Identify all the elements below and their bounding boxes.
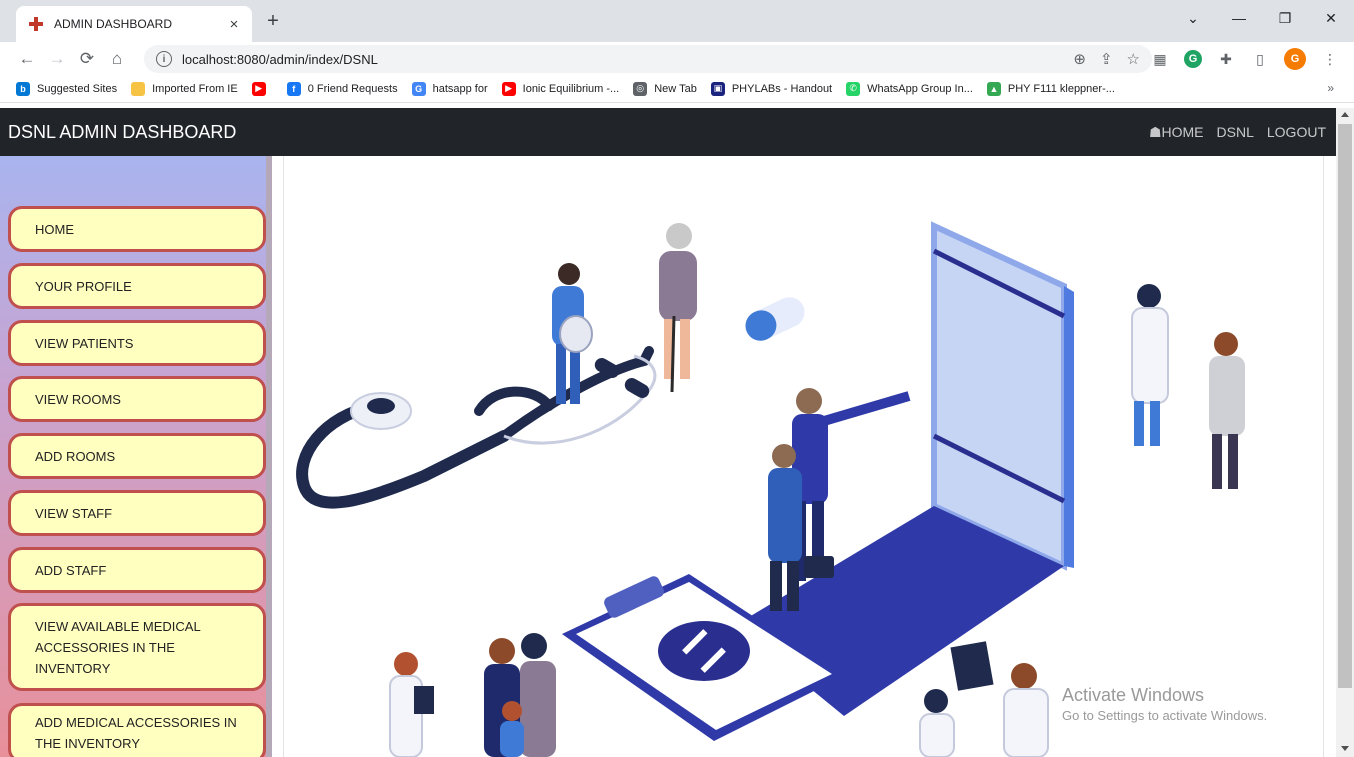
browser-tab-strip: ADMIN DASHBOARD × + ⌄ — ❐ ✕: [0, 0, 1354, 42]
sidebar-item-your-profile[interactable]: YOUR PROFILE: [8, 263, 266, 309]
close-window-button[interactable]: ✕: [1308, 4, 1354, 32]
bookmark-label: hatsapp for: [432, 82, 488, 95]
grammarly-icon[interactable]: G: [1184, 50, 1202, 68]
bookmark-star-icon[interactable]: ☆: [1127, 50, 1140, 68]
globe-icon: ◎: [633, 81, 648, 96]
facebook-icon: f: [286, 81, 301, 96]
sidebar-item-label: VIEW PATIENTS: [35, 335, 134, 351]
bookmark-label: PHYLABs - Handout: [731, 82, 833, 95]
bing-icon: b: [16, 81, 30, 96]
restore-button[interactable]: ❐: [1262, 4, 1308, 32]
bookmark-label: New Tab: [654, 82, 697, 95]
sidebar-item-add-staff[interactable]: ADD STAFF: [8, 547, 266, 593]
sidebar-item-home[interactable]: HOME: [8, 206, 266, 252]
whatsapp-icon: ✆: [846, 81, 861, 96]
bookmark-item[interactable]: b Suggested Sites: [16, 81, 118, 96]
zoom-icon[interactable]: ⊕: [1073, 50, 1086, 68]
sidebar-item-label: YOUR PROFILE: [35, 278, 132, 294]
tab-search-icon[interactable]: ⌄: [1170, 4, 1216, 32]
bookmark-item[interactable]: Imported From IE: [131, 81, 238, 96]
navbar-brand[interactable]: DSNL ADMIN DASHBOARD: [8, 122, 236, 143]
google-icon: G: [411, 81, 426, 96]
watermark-subtitle: Go to Settings to activate Windows.: [1062, 708, 1268, 723]
browser-menu-icon[interactable]: ⋮: [1320, 49, 1340, 69]
stethoscope-illustration: [296, 346, 657, 509]
home-icon[interactable]: ⌂: [104, 46, 130, 72]
back-arrow-icon[interactable]: ←: [14, 46, 40, 72]
sidebar-item-add-medical-accessories-in-the-inventory[interactable]: ADD MEDICAL ACCESSORIES IN THE INVENTORY: [8, 703, 266, 757]
doctor-consultation-figures: [1131, 284, 1245, 489]
elderly-patient-figure: [659, 223, 697, 393]
house-icon: ☗: [1148, 123, 1162, 140]
new-tab-button[interactable]: +: [262, 10, 284, 33]
forward-arrow-icon[interactable]: →: [44, 46, 70, 72]
sidebar-item-label: ADD ROOMS: [35, 448, 116, 464]
browser-toolbar: ← → ⟳ ⌂ i localhost:8080/admin/index/DSN…: [0, 42, 1354, 75]
sidebar-item-label: VIEW AVAILABLE MEDICAL ACCESSORIES IN TH…: [35, 618, 201, 676]
reload-icon[interactable]: ⟳: [74, 46, 100, 72]
address-bar[interactable]: i localhost:8080/admin/index/DSNL ⊕ ⇪ ☆: [144, 45, 1152, 73]
profile-avatar[interactable]: G: [1284, 48, 1306, 70]
side-panel-icon[interactable]: ▯: [1250, 49, 1270, 69]
youtube-icon: ▶: [501, 81, 516, 96]
nav-link-dsnl[interactable]: DSNL: [1217, 124, 1254, 141]
nav-link-logout[interactable]: LOGOUT: [1267, 124, 1326, 141]
sidebar-item-view-rooms[interactable]: VIEW ROOMS: [8, 376, 266, 422]
bookmarks-overflow-icon[interactable]: »: [1327, 81, 1334, 95]
sidebar-item-label: ADD MEDICAL ACCESSORIES IN THE INVENTORY: [35, 715, 237, 751]
close-tab-icon[interactable]: ×: [226, 16, 242, 33]
window-controls: ⌄ — ❐ ✕: [1170, 4, 1354, 32]
bookmark-item[interactable]: ▲ PHY F111 kleppner-...: [986, 81, 1115, 96]
pill-illustration: [745, 297, 805, 341]
bookmark-label: PHY F111 kleppner-...: [1007, 82, 1115, 95]
sidebar-item-add-rooms[interactable]: ADD ROOMS: [8, 433, 266, 479]
share-icon[interactable]: ⇪: [1100, 50, 1113, 68]
activate-windows-watermark: Activate Windows Go to Settings to activ…: [1062, 685, 1267, 723]
site-info-icon[interactable]: i: [156, 51, 172, 67]
sidebar-item-label: ADD STAFF: [35, 562, 107, 578]
bits-icon: ▣: [710, 81, 725, 96]
bookmark-item[interactable]: ▶: [251, 81, 273, 96]
extension-calculator-icon[interactable]: ▦: [1150, 49, 1170, 69]
watermark-title: Activate Windows: [1062, 685, 1205, 705]
scroll-down-icon[interactable]: [1341, 746, 1349, 751]
browser-tab-active[interactable]: ADMIN DASHBOARD ×: [16, 6, 252, 42]
sidebar-item-view-patients[interactable]: VIEW PATIENTS: [8, 320, 266, 366]
scroll-up-icon[interactable]: [1341, 112, 1349, 117]
sidebar-item-label: VIEW STAFF: [35, 505, 113, 521]
bookmark-label: Suggested Sites: [37, 82, 118, 95]
hospital-illustration: [296, 221, 1245, 757]
sidebar-item-view-staff[interactable]: VIEW STAFF: [8, 490, 266, 536]
medical-cross-icon: [28, 16, 44, 32]
extensions-area: ▦ G ✚ ▯ G ⋮: [1150, 48, 1340, 70]
page-scrollbar[interactable]: [1336, 108, 1354, 757]
tab-title: ADMIN DASHBOARD: [54, 17, 173, 31]
bookmark-item[interactable]: ▶ Ionic Equilibrium -...: [501, 81, 620, 96]
bookmark-item[interactable]: f 0 Friend Requests: [286, 81, 398, 96]
bookmark-item[interactable]: ▣ PHYLABs - Handout: [710, 81, 833, 96]
bookmark-label: Imported From IE: [152, 82, 238, 95]
sidebar-item-view-available-medical-accessories-in-the-inventory[interactable]: VIEW AVAILABLE MEDICAL ACCESSORIES IN TH…: [8, 603, 266, 691]
bookmark-item[interactable]: Ghatsapp for: [411, 81, 488, 96]
nav-link-home[interactable]: ☗HOME: [1149, 124, 1204, 141]
top-navbar: DSNL ADMIN DASHBOARD ☗HOME DSNL LOGOUT: [0, 108, 1336, 156]
main-content: [283, 156, 1324, 757]
scrollbar-thumb[interactable]: [1338, 124, 1352, 688]
folder-icon: [131, 81, 146, 96]
minimize-button[interactable]: —: [1216, 4, 1262, 32]
youtube-icon: ▶: [251, 81, 266, 96]
bookmark-label: Ionic Equilibrium -...: [522, 82, 620, 95]
bookmark-item[interactable]: ✆ WhatsApp Group In...: [846, 81, 973, 96]
drive-icon: ▲: [986, 81, 1001, 96]
sidebar-edge: [266, 156, 272, 757]
extensions-puzzle-icon[interactable]: ✚: [1216, 49, 1236, 69]
sidebar-item-label: HOME: [35, 221, 74, 237]
sidebar-item-label: VIEW ROOMS: [35, 391, 121, 407]
bookmark-item[interactable]: ◎ New Tab: [633, 81, 697, 96]
url-text[interactable]: localhost:8080/admin/index/DSNL: [182, 52, 1073, 67]
bookmarks-bar: b Suggested Sites Imported From IE ▶ f 0 Frie…: [0, 75, 1354, 103]
bookmark-label: 0 Friend Requests: [307, 82, 398, 95]
navbar-links: ☗HOME DSNL LOGOUT: [1149, 124, 1326, 141]
bookmark-label: WhatsApp Group In...: [867, 82, 973, 95]
